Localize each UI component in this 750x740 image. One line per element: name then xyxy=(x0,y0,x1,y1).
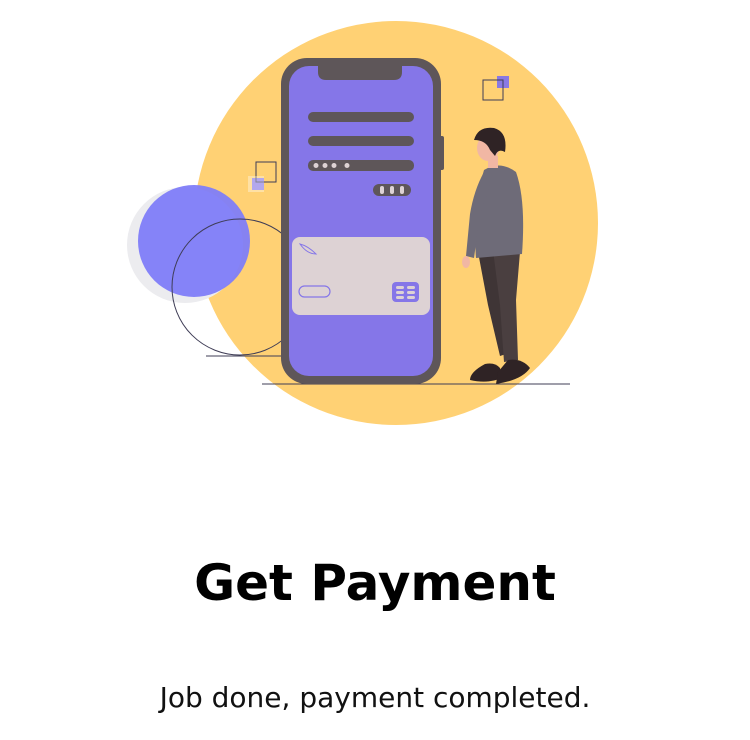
payment-card xyxy=(292,237,430,315)
page-subtitle: Job done, payment completed. xyxy=(159,681,591,714)
phone xyxy=(281,58,444,384)
payment-illustration xyxy=(127,21,598,425)
blue-circle xyxy=(138,185,250,297)
page-title: Get Payment xyxy=(194,554,556,612)
